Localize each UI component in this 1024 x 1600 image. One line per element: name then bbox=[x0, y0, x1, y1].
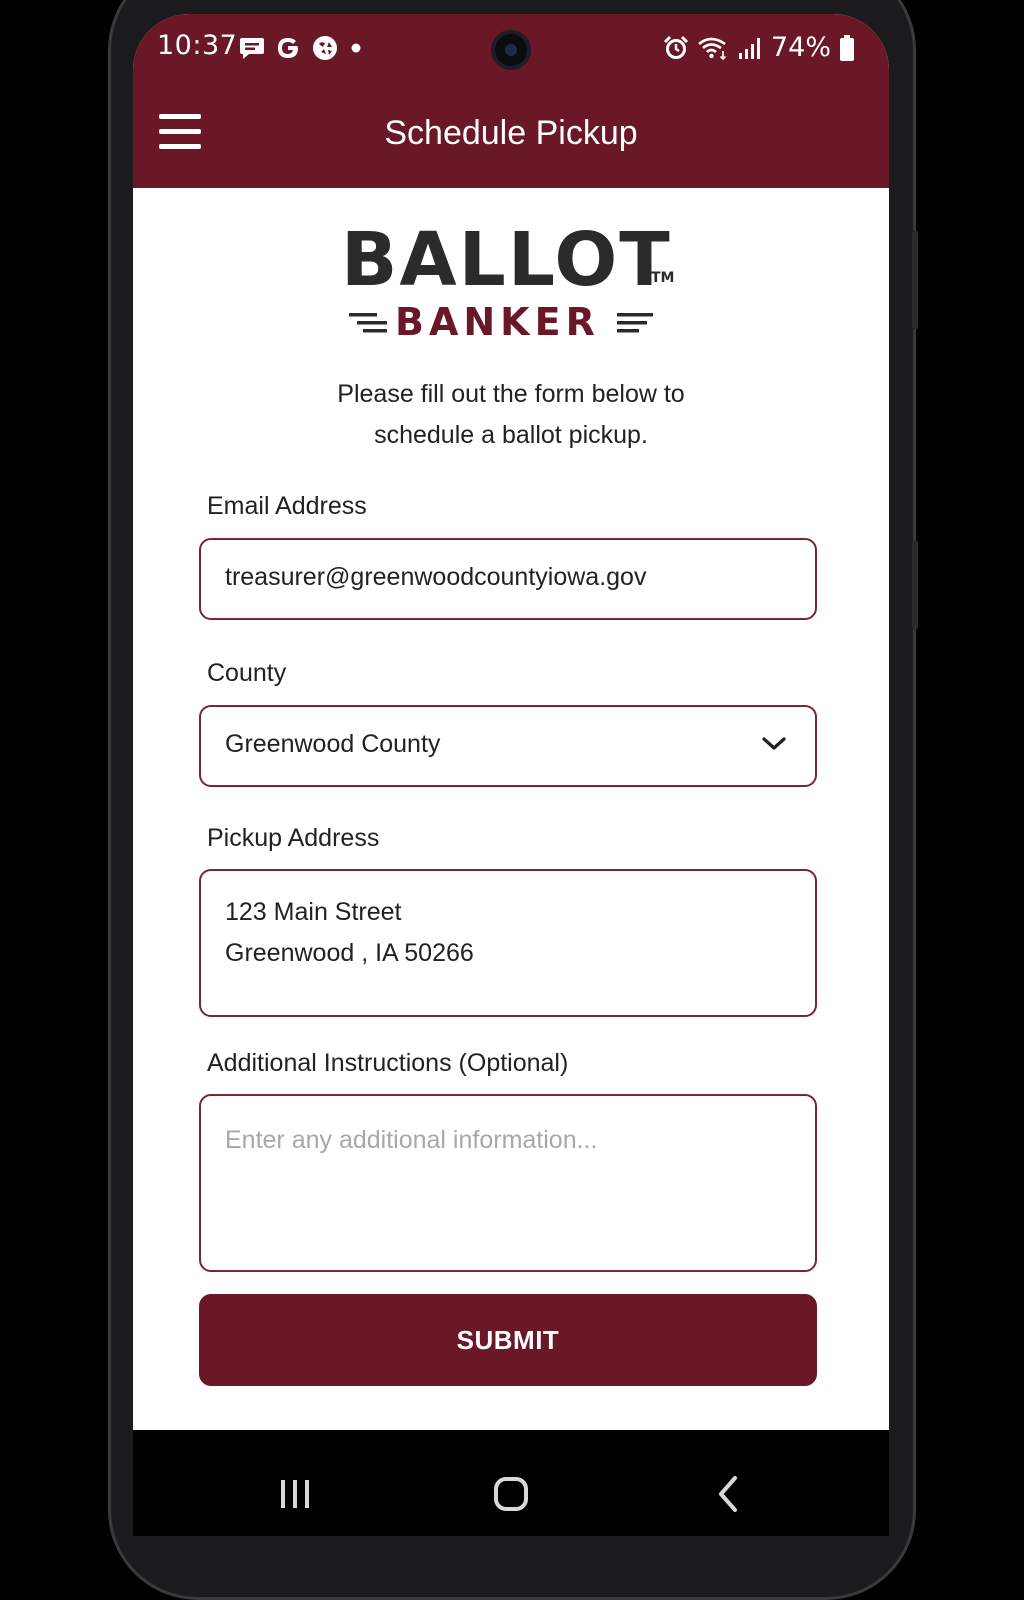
logo-line-banker: BANKER bbox=[395, 300, 600, 344]
additional-instructions-placeholder: Enter any additional information... bbox=[225, 1126, 598, 1154]
logo-line-ballot: BALLOT bbox=[341, 217, 672, 303]
email-value: treasurer@greenwoodcountyiowa.gov bbox=[225, 563, 647, 591]
message-icon bbox=[240, 38, 264, 59]
intro-line-2: schedule a ballot pickup. bbox=[374, 421, 648, 449]
page-title: Schedule Pickup bbox=[384, 114, 638, 152]
email-label: Email Address bbox=[207, 492, 367, 520]
battery-percent: 74% bbox=[770, 32, 831, 63]
additional-instructions-title: Additional Instructions bbox=[207, 1049, 452, 1077]
alarm-icon bbox=[663, 35, 689, 59]
intro-line-1: Please fill out the form below to bbox=[337, 380, 685, 408]
email-field[interactable]: treasurer@greenwoodcountyiowa.gov bbox=[199, 538, 817, 620]
additional-instructions-field[interactable]: Enter any additional information... bbox=[199, 1094, 817, 1272]
notification-icons bbox=[239, 34, 363, 62]
optional-tag: (Optional) bbox=[458, 1049, 569, 1077]
wifi-icon bbox=[698, 37, 727, 60]
app-bar: 10:37 74% Schedule Pickup bbox=[133, 14, 889, 188]
pickup-address-value: 123 Main Street Greenwood , IA 50266 bbox=[225, 892, 474, 974]
pickup-address-label: Pickup Address bbox=[207, 824, 380, 852]
county-label: County bbox=[207, 659, 287, 687]
logo-trademark: TM bbox=[651, 270, 675, 286]
power-button bbox=[912, 540, 918, 630]
system-icons: 74% bbox=[663, 32, 855, 63]
dot-icon bbox=[351, 43, 361, 53]
additional-instructions-label: Additional Instructions (Optional) bbox=[207, 1049, 568, 1078]
chevron-down-icon bbox=[762, 737, 786, 750]
right-wing-icon bbox=[617, 313, 653, 333]
google-icon bbox=[278, 38, 298, 58]
system-nav-bar bbox=[133, 1430, 889, 1536]
back-icon[interactable] bbox=[699, 1464, 759, 1524]
battery-icon bbox=[840, 34, 854, 61]
phone-screen: 10:37 74% Schedule Pickup BALLOT TM BANK… bbox=[133, 14, 889, 1536]
submit-button[interactable]: SUBMIT bbox=[199, 1294, 817, 1386]
county-select[interactable]: Greenwood County bbox=[199, 705, 817, 787]
volume-button bbox=[912, 230, 918, 330]
front-camera bbox=[491, 30, 531, 70]
left-wing-icon bbox=[349, 313, 387, 333]
pickup-address-line-1: 123 Main Street bbox=[225, 898, 402, 926]
ballot-banker-logo: BALLOT TM BANKER bbox=[133, 220, 889, 350]
intro-text: Please fill out the form below to schedu… bbox=[253, 374, 769, 456]
pickup-address-line-2: Greenwood , IA 50266 bbox=[225, 939, 474, 967]
assistant-icon bbox=[313, 36, 337, 60]
status-bar: 10:37 74% bbox=[133, 14, 889, 84]
county-value: Greenwood County bbox=[225, 730, 441, 758]
recents-icon[interactable] bbox=[265, 1464, 325, 1524]
status-time: 10:37 bbox=[157, 30, 238, 61]
pickup-address-field[interactable]: 123 Main Street Greenwood , IA 50266 bbox=[199, 869, 817, 1017]
signal-icon bbox=[738, 37, 760, 59]
home-icon[interactable] bbox=[481, 1464, 541, 1524]
